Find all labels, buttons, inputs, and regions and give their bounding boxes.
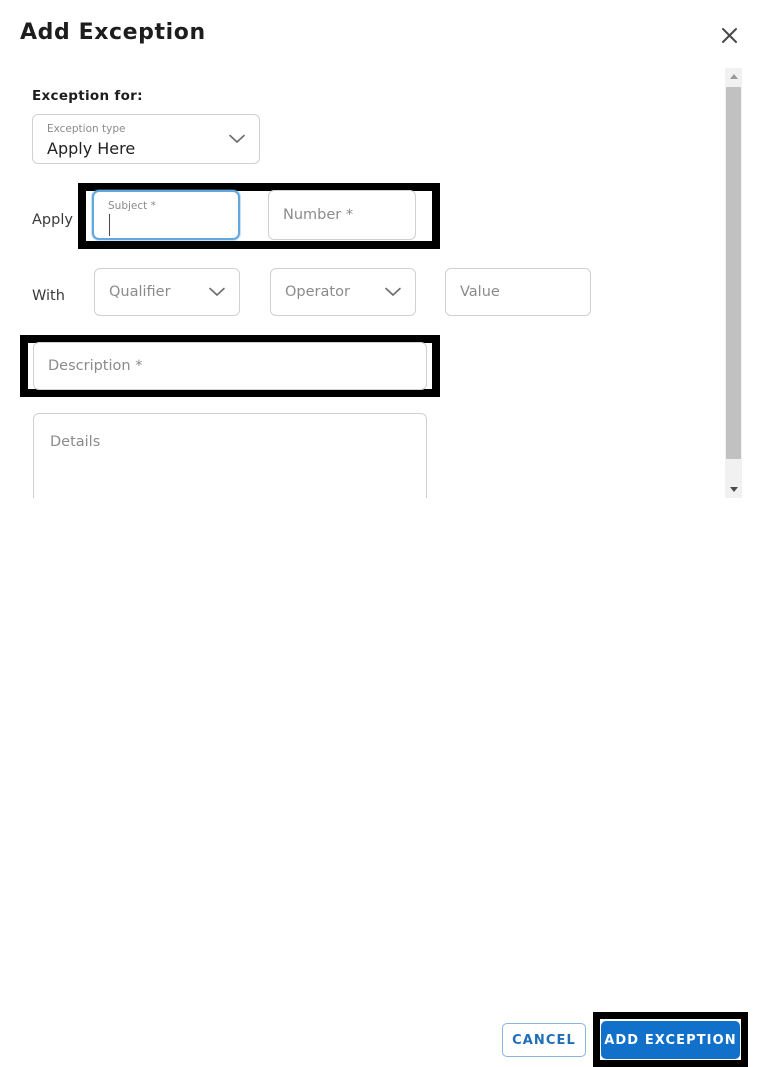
add-exception-button[interactable]: ADD EXCEPTION	[601, 1021, 740, 1059]
qualifier-placeholder: Qualifier	[109, 284, 171, 300]
value-input[interactable]: Value	[445, 268, 591, 316]
exception-for-label: Exception for:	[32, 88, 143, 104]
description-placeholder: Description *	[48, 358, 143, 374]
operator-select[interactable]: Operator	[270, 268, 416, 316]
description-input[interactable]: Description *	[33, 342, 427, 390]
subject-input[interactable]: Subject *	[92, 190, 240, 240]
chevron-down-icon	[383, 283, 403, 302]
exception-type-select[interactable]: Exception type Apply Here	[32, 114, 260, 164]
exception-type-value: Apply Here	[47, 139, 136, 158]
dialog-header: Add Exception	[0, 0, 762, 64]
page-title: Add Exception	[20, 20, 206, 45]
apply-row-label: Apply	[32, 212, 73, 228]
qualifier-select[interactable]: Qualifier	[94, 268, 240, 316]
close-icon	[721, 27, 738, 44]
details-placeholder: Details	[50, 434, 101, 450]
text-caret	[109, 214, 110, 236]
scrollbar-thumb[interactable]	[726, 87, 741, 459]
scroll-down-arrow-icon[interactable]	[725, 481, 742, 498]
with-row-label: With	[32, 288, 65, 304]
cancel-button[interactable]: CANCEL	[502, 1023, 586, 1057]
dialog-body: Exception for: Exception type Apply Here…	[0, 66, 724, 498]
details-textarea[interactable]: Details	[33, 413, 427, 498]
number-placeholder: Number *	[283, 207, 354, 223]
chevron-down-icon	[207, 283, 227, 302]
chevron-down-icon	[227, 130, 247, 149]
subject-label: Subject *	[108, 200, 156, 212]
number-input[interactable]: Number *	[268, 190, 416, 240]
exception-type-label: Exception type	[47, 123, 126, 135]
close-button[interactable]	[712, 18, 746, 52]
add-exception-dialog: Add Exception Exception for: Exception t…	[0, 0, 762, 1067]
scroll-up-arrow-icon[interactable]	[725, 68, 742, 85]
value-placeholder: Value	[460, 284, 500, 300]
vertical-scrollbar[interactable]	[724, 68, 742, 498]
operator-placeholder: Operator	[285, 284, 350, 300]
dialog-footer: CANCEL ADD EXCEPTION	[0, 500, 762, 1067]
